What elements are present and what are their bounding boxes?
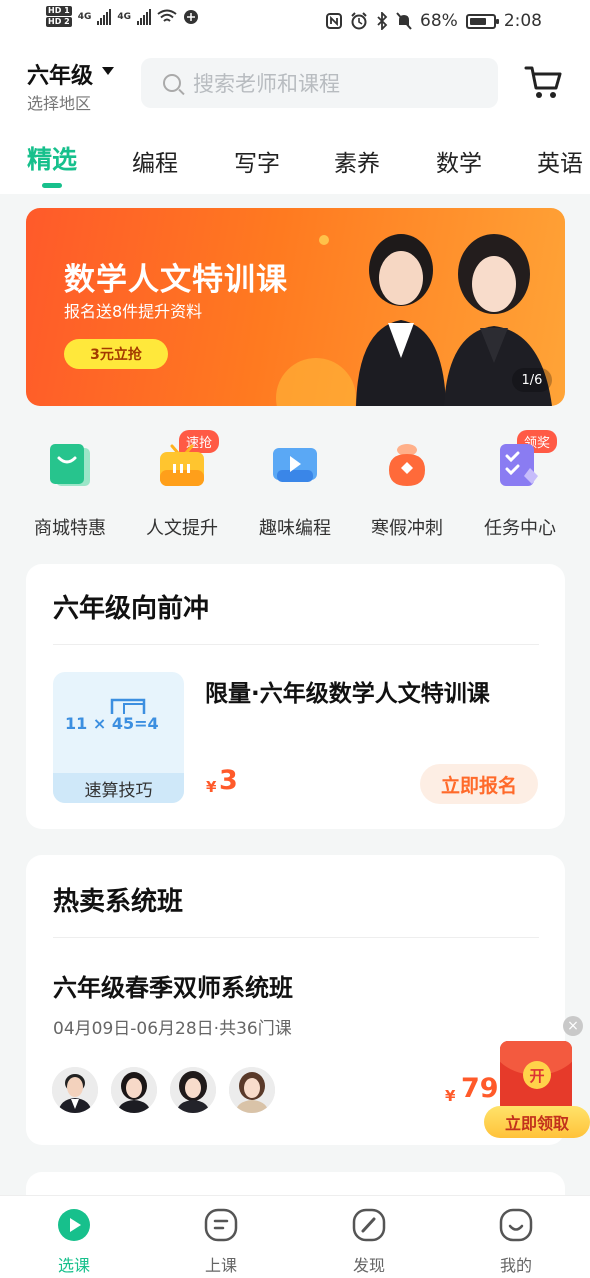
quick-link-mall[interactable]: 商城特惠 xyxy=(14,440,126,540)
quick-link-label: 趣味编程 xyxy=(259,518,331,539)
status-left: HD 1 HD 2 4G 4G xyxy=(46,6,199,27)
teacher-avatar xyxy=(170,1067,216,1113)
nav-discover[interactable]: 发现 xyxy=(329,1208,409,1276)
search-icon xyxy=(163,74,181,92)
hd2-label: HD 2 xyxy=(46,17,72,27)
data-saver-icon xyxy=(184,9,198,24)
tab-math[interactable]: 数学 xyxy=(436,144,482,178)
quick-link-coding[interactable]: 趣味编程 xyxy=(239,440,351,540)
hd-indicators: HD 1 HD 2 xyxy=(46,6,72,27)
red-packet[interactable]: 开 xyxy=(500,1041,572,1113)
region-selector[interactable]: 选择地区 xyxy=(27,90,91,114)
teacher-avatar xyxy=(111,1067,157,1113)
thumb-formula: 11 × 45=4 xyxy=(65,714,159,733)
section-title: 热卖系统班 xyxy=(53,887,184,917)
quick-links: 商城特惠 速抢 人文提升 趣味编程 寒假冲刺 领奖 任务中心 xyxy=(0,420,590,555)
wifi-icon xyxy=(157,9,177,22)
section-divider xyxy=(53,644,539,645)
tab-writing[interactable]: 写字 xyxy=(234,144,280,178)
chat-square-icon xyxy=(204,1208,238,1242)
teacher-avatar xyxy=(229,1067,275,1113)
banner-decor-dot xyxy=(319,235,329,245)
quick-link-tasks[interactable]: 领奖 任务中心 xyxy=(464,430,576,540)
quick-link-humanities[interactable]: 速抢 人文提升 xyxy=(126,430,238,540)
nav-label: 发现 xyxy=(352,1256,385,1275)
nav-label: 我的 xyxy=(499,1256,532,1275)
nav-profile[interactable]: 我的 xyxy=(476,1208,556,1276)
nav-label: 上课 xyxy=(204,1256,237,1275)
network-label-1: 4G xyxy=(77,11,92,22)
tv-box-icon xyxy=(160,444,204,486)
search-placeholder: 搜索老师和课程 xyxy=(193,72,340,96)
teacher-avatar xyxy=(52,1067,98,1113)
quick-link-label: 寒假冲刺 xyxy=(371,518,443,539)
class-price: 79 xyxy=(461,1073,499,1104)
nav-courses[interactable]: 选课 xyxy=(34,1208,114,1276)
battery-percent: 68% xyxy=(420,11,458,31)
nfc-icon xyxy=(326,13,343,29)
play-screen-icon xyxy=(273,448,317,482)
quick-link-sprint[interactable]: 寒假冲刺 xyxy=(351,440,463,540)
signal-icon-2 xyxy=(137,8,151,25)
signup-button[interactable]: 立即报名 xyxy=(420,764,538,804)
active-tab-indicator xyxy=(42,183,62,188)
tab-coding[interactable]: 编程 xyxy=(132,144,178,178)
search-bar[interactable]: 搜索老师和课程 xyxy=(141,58,498,108)
network-label-2: 4G xyxy=(117,11,131,22)
nav-classes[interactable]: 上课 xyxy=(181,1208,261,1276)
mute-bell-icon xyxy=(396,12,412,30)
course-title[interactable]: 限量·六年级数学人文特训课 xyxy=(205,674,490,708)
lucky-bag-icon xyxy=(389,444,425,486)
banner-page-indicator: 1/6 xyxy=(512,368,552,392)
tab-literacy[interactable]: 素养 xyxy=(334,144,380,178)
battery-icon xyxy=(465,13,499,29)
compass-pen-icon xyxy=(352,1208,386,1242)
alarm-icon xyxy=(351,12,367,30)
hd1-label: HD 1 xyxy=(46,6,72,16)
category-tabs: 精选 编程 写字 素养 数学 英语 xyxy=(0,140,590,194)
close-icon[interactable]: × xyxy=(563,1016,583,1036)
class-title[interactable]: 六年级春季双师系统班 xyxy=(53,968,293,1003)
tab-english[interactable]: 英语 xyxy=(537,144,583,178)
cart-icon[interactable] xyxy=(524,64,564,100)
shopping-bag-icon xyxy=(50,444,90,486)
section-divider xyxy=(53,937,539,938)
course-thumbnail[interactable]: 11 × 45=4 速算技巧 xyxy=(53,672,184,803)
price-currency: ¥ xyxy=(206,778,217,796)
smile-face-icon xyxy=(499,1208,533,1242)
play-circle-icon xyxy=(58,1209,90,1241)
quick-link-label: 商城特惠 xyxy=(34,518,106,539)
caret-down-icon[interactable] xyxy=(102,67,114,75)
clock: 2:08 xyxy=(503,11,542,31)
course-price: 3 xyxy=(219,765,238,796)
nav-label: 选课 xyxy=(57,1256,90,1275)
signal-icon xyxy=(97,8,112,25)
claim-button[interactable]: 立即领取 xyxy=(484,1106,590,1138)
quick-link-label: 任务中心 xyxy=(484,518,556,539)
thumb-caption: 速算技巧 xyxy=(53,773,184,803)
tab-featured[interactable]: 精选 xyxy=(27,140,77,176)
bottom-nav: 选课 上课 发现 我的 xyxy=(0,1195,590,1278)
division-bracket-icon xyxy=(110,698,146,714)
promo-banner[interactable]: 数学人文特训课 报名送8件提升资料 3元立抢 1/6 xyxy=(26,208,565,406)
status-right: 68% 2:08 xyxy=(326,11,542,31)
quick-link-label: 人文提升 xyxy=(146,518,218,539)
price-currency: ¥ xyxy=(445,1087,456,1105)
class-schedule: 04月09日-06月28日·共36门课 xyxy=(53,1019,292,1039)
bluetooth-icon xyxy=(377,12,388,30)
banner-subtitle: 报名送8件提升资料 xyxy=(64,302,203,321)
grade-selector[interactable]: 六年级 xyxy=(27,58,93,90)
red-packet-coin: 开 xyxy=(523,1061,551,1089)
section-title: 六年级向前冲 xyxy=(53,594,210,624)
banner-buy-button[interactable]: 3元立抢 xyxy=(64,339,168,369)
checklist-icon xyxy=(500,444,538,486)
banner-decor-circle xyxy=(276,358,356,406)
banner-title: 数学人文特训课 xyxy=(64,262,288,298)
